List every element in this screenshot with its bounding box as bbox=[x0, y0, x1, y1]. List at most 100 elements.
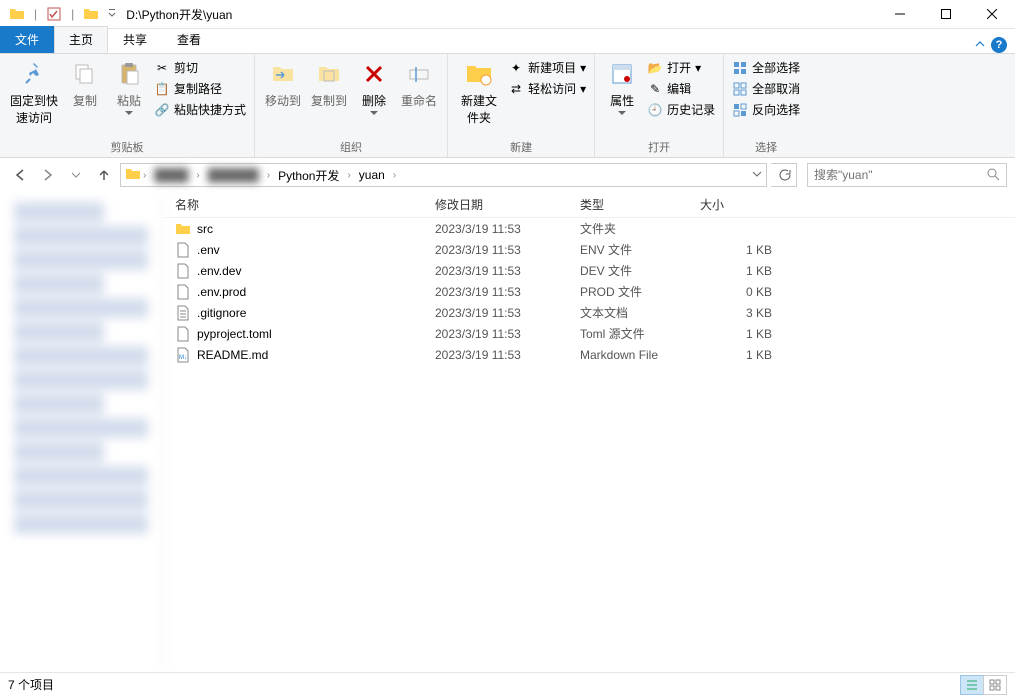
open-button[interactable]: 📂打开 ▾ bbox=[645, 58, 717, 77]
tab-share[interactable]: 共享 bbox=[108, 26, 162, 53]
qat-dropdown-icon[interactable] bbox=[106, 3, 118, 25]
ribbon-group-open: 属性 📂打开 ▾ ✎编辑 🕘历史记录 打开 bbox=[595, 54, 724, 157]
refresh-button[interactable] bbox=[771, 163, 797, 187]
file-date: 2023/3/19 11:53 bbox=[435, 348, 580, 362]
ribbon-group-new: 新建文件夹 ✦新建项目 ▾ ⇄轻松访问 ▾ 新建 bbox=[448, 54, 595, 157]
file-row[interactable]: pyproject.toml2023/3/19 11:53Toml 源文件1 K… bbox=[163, 323, 1015, 344]
item-count: 7 个项目 bbox=[8, 676, 54, 693]
invert-icon bbox=[732, 102, 748, 118]
separator-icon: | bbox=[71, 7, 74, 21]
address-dropdown-icon[interactable] bbox=[752, 168, 762, 182]
file-row[interactable]: .env2023/3/19 11:53ENV 文件1 KB bbox=[163, 239, 1015, 260]
paste-shortcut-button[interactable]: 🔗粘贴快捷方式 bbox=[152, 100, 248, 119]
checkbox-icon[interactable] bbox=[43, 3, 65, 25]
copy-button[interactable]: 复制 bbox=[64, 56, 106, 111]
new-folder-button[interactable]: 新建文件夹 bbox=[454, 56, 504, 128]
breadcrumb-hidden[interactable]: ██████ bbox=[202, 166, 265, 184]
breadcrumb-segment[interactable]: Python开发 bbox=[272, 165, 345, 186]
new-label: 新建 bbox=[454, 137, 588, 157]
file-row[interactable]: .env.dev2023/3/19 11:53DEV 文件1 KB bbox=[163, 260, 1015, 281]
help-icon[interactable]: ? bbox=[991, 37, 1007, 53]
column-headers[interactable]: 名称 修改日期 类型 大小 bbox=[163, 192, 1015, 218]
file-row[interactable]: src2023/3/19 11:53文件夹 bbox=[163, 218, 1015, 239]
details-view-button[interactable] bbox=[960, 675, 984, 695]
column-type[interactable]: 类型 bbox=[580, 196, 700, 213]
up-button[interactable] bbox=[92, 163, 116, 187]
file-row[interactable]: .gitignore2023/3/19 11:53文本文档3 KB bbox=[163, 302, 1015, 323]
ribbon-group-organize: 移动到 复制到 删除 重命名 组织 bbox=[255, 54, 448, 157]
breadcrumb-hidden[interactable]: ████ bbox=[148, 166, 194, 184]
column-size[interactable]: 大小 bbox=[700, 196, 780, 213]
tab-view[interactable]: 查看 bbox=[162, 26, 216, 53]
cut-button[interactable]: ✂剪切 bbox=[152, 58, 248, 77]
delete-icon bbox=[358, 58, 390, 90]
move-to-button[interactable]: 移动到 bbox=[261, 56, 305, 111]
organize-label: 组织 bbox=[261, 137, 441, 157]
move-icon bbox=[267, 58, 299, 90]
back-button[interactable] bbox=[8, 163, 32, 187]
minimize-button[interactable] bbox=[877, 0, 923, 29]
recent-dropdown[interactable] bbox=[64, 163, 88, 187]
file-type-icon: M↓ bbox=[175, 347, 191, 363]
search-input[interactable] bbox=[814, 168, 986, 182]
copy-to-icon bbox=[313, 58, 345, 90]
rename-button[interactable]: 重命名 bbox=[397, 56, 441, 111]
access-icon: ⇄ bbox=[508, 81, 524, 97]
title-bar: | | D:\Python开发\yuan bbox=[0, 0, 1015, 29]
tab-file[interactable]: 文件 bbox=[0, 26, 54, 53]
svg-text:M↓: M↓ bbox=[179, 355, 187, 361]
new-item-button[interactable]: ✦新建项目 ▾ bbox=[506, 58, 588, 77]
easy-access-button[interactable]: ⇄轻松访问 ▾ bbox=[506, 79, 588, 98]
file-type: DEV 文件 bbox=[580, 262, 700, 279]
file-size: 3 KB bbox=[700, 306, 780, 320]
address-bar[interactable]: › ████› ██████› Python开发› yuan› bbox=[120, 163, 767, 187]
properties-button[interactable]: 属性 bbox=[601, 56, 643, 117]
pin-button[interactable]: 固定到快速访问 bbox=[6, 56, 62, 128]
ribbon-collapse-icon[interactable] bbox=[975, 38, 985, 52]
file-name: .env bbox=[197, 243, 220, 257]
navigation-pane[interactable] bbox=[0, 192, 163, 672]
shortcut-icon: 🔗 bbox=[154, 102, 170, 118]
forward-button[interactable] bbox=[36, 163, 60, 187]
select-none-button[interactable]: 全部取消 bbox=[730, 79, 802, 98]
column-date[interactable]: 修改日期 bbox=[435, 196, 580, 213]
copy-path-button[interactable]: 📋复制路径 bbox=[152, 79, 248, 98]
properties-icon bbox=[606, 58, 638, 90]
file-row[interactable]: M↓README.md2023/3/19 11:53Markdown File1… bbox=[163, 344, 1015, 365]
paste-button[interactable]: 粘贴 bbox=[108, 56, 150, 117]
copy-to-button[interactable]: 复制到 bbox=[307, 56, 351, 111]
copy-label: 复制 bbox=[73, 92, 97, 109]
path-icon: 📋 bbox=[154, 81, 170, 97]
file-type-icon bbox=[175, 284, 191, 300]
file-name: .env.dev bbox=[197, 264, 241, 278]
file-date: 2023/3/19 11:53 bbox=[435, 243, 580, 257]
file-name: .gitignore bbox=[197, 306, 246, 320]
close-button[interactable] bbox=[969, 0, 1015, 29]
separator-icon: | bbox=[34, 7, 37, 21]
delete-button[interactable]: 删除 bbox=[353, 56, 395, 117]
file-date: 2023/3/19 11:53 bbox=[435, 285, 580, 299]
history-icon: 🕘 bbox=[647, 102, 663, 118]
rename-icon bbox=[403, 58, 435, 90]
file-row[interactable]: .env.prod2023/3/19 11:53PROD 文件0 KB bbox=[163, 281, 1015, 302]
search-icon[interactable] bbox=[986, 167, 1000, 184]
history-button[interactable]: 🕘历史记录 bbox=[645, 100, 717, 119]
search-box[interactable] bbox=[807, 163, 1007, 187]
tab-home[interactable]: 主页 bbox=[54, 26, 108, 53]
select-all-button[interactable]: 全部选择 bbox=[730, 58, 802, 77]
file-type: 文本文档 bbox=[580, 304, 700, 321]
file-type-icon bbox=[175, 221, 191, 237]
icons-view-button[interactable] bbox=[983, 675, 1007, 695]
folder-icon bbox=[80, 3, 102, 25]
edit-button[interactable]: ✎编辑 bbox=[645, 79, 717, 98]
folder-icon bbox=[6, 3, 28, 25]
content-area: 名称 修改日期 类型 大小 src2023/3/19 11:53文件夹 .env 2… bbox=[0, 192, 1015, 672]
file-name: README.md bbox=[197, 348, 268, 362]
file-name: src bbox=[197, 222, 213, 236]
maximize-button[interactable] bbox=[923, 0, 969, 29]
breadcrumb-segment[interactable]: yuan bbox=[353, 166, 391, 184]
column-name[interactable]: 名称 bbox=[175, 196, 435, 213]
file-size: 1 KB bbox=[700, 264, 780, 278]
invert-selection-button[interactable]: 反向选择 bbox=[730, 100, 802, 119]
ribbon-group-clipboard: 固定到快速访问 复制 粘贴 ✂剪切 📋复制路径 🔗粘贴快捷方式 剪贴板 bbox=[0, 54, 255, 157]
